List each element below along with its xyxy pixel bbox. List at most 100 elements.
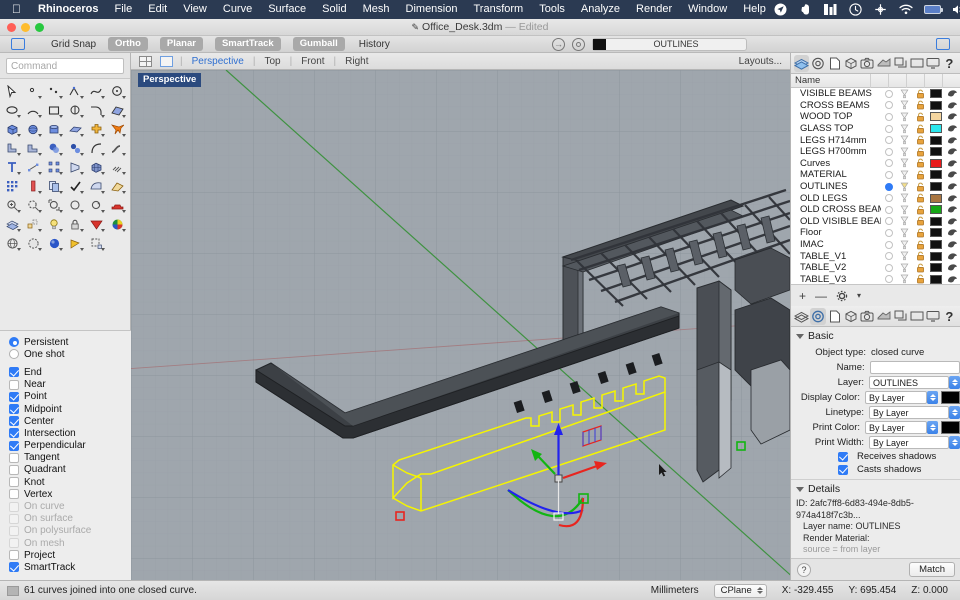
layer-visibility-icon[interactable] <box>897 182 913 192</box>
tool-zoom-in-icon[interactable] <box>2 196 23 214</box>
layer-target-icon[interactable] <box>572 37 585 51</box>
receives-shadows-checkbox[interactable] <box>838 451 848 462</box>
tool-zoom-selected-icon[interactable] <box>65 196 86 214</box>
menu-item-curve[interactable]: Curve <box>215 0 260 19</box>
menu-item-help[interactable]: Help <box>735 0 774 19</box>
tool-section-icon[interactable] <box>65 158 86 176</box>
layer-material-icon[interactable] <box>944 194 960 203</box>
layer-current-toggle[interactable] <box>881 194 897 203</box>
menu-item-view[interactable]: View <box>175 0 215 19</box>
location-icon[interactable] <box>774 3 788 17</box>
tool-group-icon[interactable] <box>86 234 107 252</box>
menu-item-dimension[interactable]: Dimension <box>398 0 466 19</box>
oneshot-radio[interactable] <box>9 349 19 360</box>
match-button[interactable]: Match <box>909 562 955 577</box>
layer-visibility-icon[interactable] <box>897 170 913 180</box>
display-color-value[interactable]: By Layer <box>865 391 927 404</box>
tool-pipe-icon[interactable] <box>107 139 128 157</box>
receives-shadows-row[interactable]: Receives shadows <box>791 450 960 463</box>
layer-lock-icon[interactable] <box>913 170 929 180</box>
tool-ghosted-icon[interactable] <box>23 234 44 252</box>
casts-shadows-row[interactable]: Casts shadows <box>791 463 960 476</box>
volume-icon[interactable] <box>952 3 960 17</box>
tool-dimension-icon[interactable] <box>23 158 44 176</box>
layer-visibility-icon[interactable] <box>897 124 913 134</box>
tool-sphere-icon[interactable] <box>23 120 44 138</box>
layer-current-toggle[interactable] <box>881 170 897 179</box>
osnap-knot[interactable]: Knot <box>9 476 131 488</box>
persistent-radio[interactable] <box>9 337 19 348</box>
viewtab-right[interactable]: Right <box>343 56 370 67</box>
vertex-checkbox[interactable] <box>9 489 19 500</box>
layer-lock-icon[interactable] <box>913 274 929 284</box>
four-view-layout-icon[interactable] <box>139 55 152 67</box>
layer-current-toggle[interactable] <box>881 263 897 272</box>
layer-material-icon[interactable] <box>944 136 960 145</box>
bartender-icon[interactable] <box>824 3 838 17</box>
midpoint-checkbox[interactable] <box>9 404 19 415</box>
tool-zoom-extents-icon[interactable] <box>44 196 65 214</box>
tangent-checkbox[interactable] <box>9 452 19 463</box>
menu-item-mesh[interactable]: Mesh <box>355 0 398 19</box>
layer-row[interactable]: TABLE_V1 <box>791 250 960 262</box>
menu-item-solid[interactable]: Solid <box>314 0 354 19</box>
layer-lock-icon[interactable] <box>913 228 929 238</box>
tool-scale-icon[interactable] <box>23 177 44 195</box>
print-width-stepper-icon[interactable] <box>949 436 960 449</box>
box-icon[interactable] <box>843 308 858 325</box>
tool-fillet-icon[interactable] <box>86 101 107 119</box>
osnap-midpoint[interactable]: Midpoint <box>9 403 131 415</box>
layer-current-toggle[interactable] <box>881 275 897 284</box>
layer-material-icon[interactable] <box>944 89 960 98</box>
layers-list[interactable]: VISIBLE BEAMS CROSS BEAMS WOOD TOP GLASS TO… <box>791 88 960 284</box>
tool-polyline-icon[interactable] <box>65 82 86 100</box>
knot-checkbox[interactable] <box>9 477 19 488</box>
layer-lock-icon[interactable] <box>913 124 929 134</box>
center-checkbox[interactable] <box>9 416 19 427</box>
layer-current-toggle[interactable] <box>881 182 897 191</box>
perpendicular-checkbox[interactable] <box>9 440 19 451</box>
tool-box-icon[interactable] <box>2 120 23 138</box>
print-width-value[interactable]: By Layer <box>869 436 949 449</box>
render-icon[interactable] <box>876 55 891 72</box>
dropbox-icon[interactable] <box>874 3 888 17</box>
layer-lock-icon[interactable] <box>913 147 929 157</box>
layer-visibility-icon[interactable] <box>897 100 913 110</box>
osnap-end[interactable]: End <box>9 366 131 378</box>
tool-mesh-icon[interactable] <box>86 158 107 176</box>
gear-icon[interactable] <box>836 290 848 302</box>
layer-color-swatch[interactable] <box>929 228 945 238</box>
layer-row[interactable]: MATERIAL <box>791 169 960 181</box>
tool-grid-icon[interactable] <box>2 177 23 195</box>
layer-material-icon[interactable] <box>944 240 960 249</box>
tool-cap-icon[interactable] <box>86 177 107 195</box>
layer-visibility-icon[interactable] <box>897 158 913 168</box>
viewtab-perspective[interactable]: Perspective <box>190 56 246 67</box>
tool-zoom-window-icon[interactable] <box>23 196 44 214</box>
tool-lock-icon[interactable] <box>65 215 86 233</box>
layer-color-swatch[interactable] <box>929 182 945 192</box>
menu-item-analyze[interactable]: Analyze <box>573 0 628 19</box>
layer-visibility-icon[interactable] <box>897 205 913 215</box>
osnap-center[interactable]: Center <box>9 415 131 427</box>
tool-light-icon[interactable] <box>44 215 65 233</box>
help-icon[interactable]: ? <box>942 55 957 72</box>
layer-current-toggle[interactable] <box>881 124 897 133</box>
layer-visibility-icon[interactable] <box>897 216 913 226</box>
osnap-intersection[interactable]: Intersection <box>9 427 131 439</box>
layer-lock-icon[interactable] <box>913 135 929 145</box>
layer-visibility-icon[interactable] <box>897 240 913 250</box>
layer-current-toggle[interactable] <box>881 159 897 168</box>
tool-rectangle-icon[interactable] <box>44 101 65 119</box>
tool-loft-icon[interactable] <box>65 120 86 138</box>
tool-check-icon[interactable] <box>65 177 86 195</box>
single-view-layout-icon[interactable] <box>160 55 173 67</box>
layouts-button[interactable]: Layouts... <box>739 56 782 67</box>
print-width-combo[interactable]: By Layer <box>869 436 960 449</box>
osnap-mode-persistent[interactable]: Persistent <box>9 336 131 348</box>
time-machine-icon[interactable] <box>849 3 863 17</box>
layer-lock-icon[interactable] <box>913 251 929 261</box>
near-checkbox[interactable] <box>9 379 19 390</box>
cplane-selector[interactable]: CPlane <box>713 583 767 598</box>
layer-lock-icon[interactable] <box>913 89 929 99</box>
